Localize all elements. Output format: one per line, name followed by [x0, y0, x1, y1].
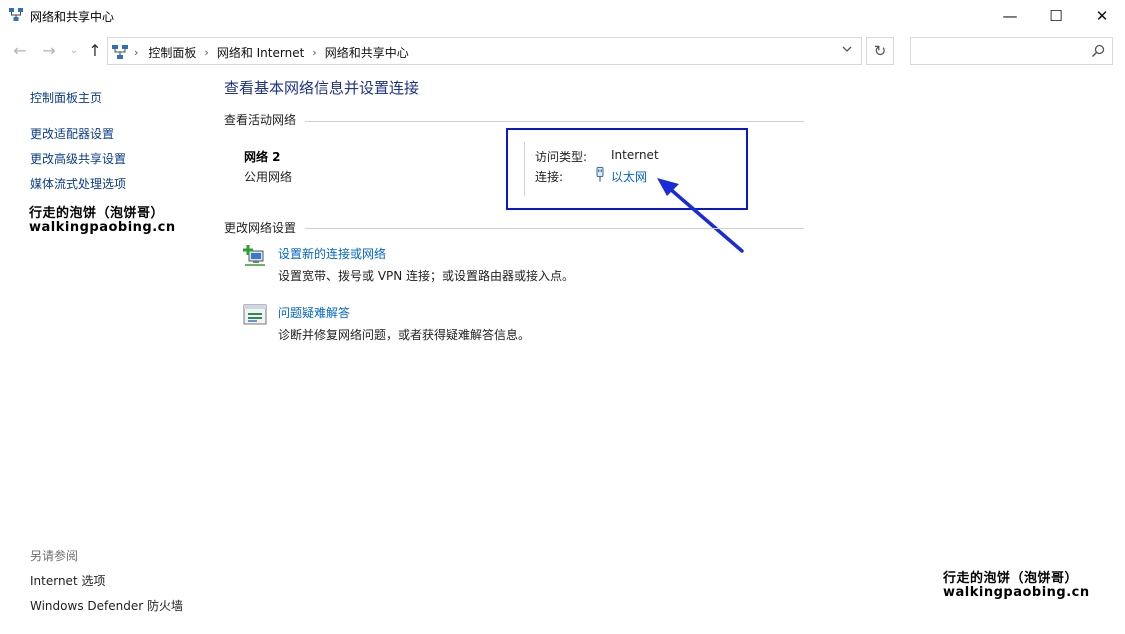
ethernet-icon [596, 167, 604, 182]
sidebar-item-change-adapter-settings[interactable]: 更改适配器设置 [30, 125, 114, 142]
search-input[interactable] [910, 37, 1113, 65]
breadcrumb-control-panel[interactable]: 控制面板 [148, 44, 196, 61]
sidebar-item-internet-options[interactable]: Internet 选项 [30, 572, 105, 589]
breadcrumb-network-sharing-center[interactable]: 网络和共享中心 [325, 44, 409, 61]
ethernet-connection-link[interactable]: 以太网 [611, 168, 647, 185]
annotation-arrow [657, 178, 744, 253]
watermark-url: walkingpaobing.cn [29, 220, 176, 235]
sidebar-item-windows-defender-firewall[interactable]: Windows Defender 防火墙 [30, 597, 183, 614]
connections-label: 连接: [535, 170, 564, 184]
refresh-button[interactable]: ↻ [866, 37, 894, 65]
watermark-text: 行走的泡饼（泡饼哥） [29, 206, 165, 221]
network-info-divider [524, 142, 525, 196]
search-icon[interactable] [1091, 44, 1105, 58]
arrow-up-icon: ↑ [88, 40, 102, 60]
chevron-down-icon [842, 46, 852, 52]
up-button[interactable]: ↑ [84, 39, 106, 61]
watermark-url: walkingpaobing.cn [943, 585, 1090, 600]
refresh-icon: ↻ [873, 42, 887, 60]
back-button[interactable]: ← [9, 39, 31, 61]
setup-new-connection-link[interactable]: 设置新的连接或网络 [278, 245, 386, 262]
troubleshoot-problems-description: 诊断并修复网络问题，或者获得疑难解答信息。 [278, 328, 531, 342]
forward-button[interactable]: → [38, 39, 60, 61]
access-type-label: 访问类型: [535, 150, 588, 164]
recent-locations-button[interactable]: ⌄ [63, 39, 85, 61]
see-also-heading: 另请参阅 [30, 549, 79, 563]
section-divider [305, 121, 804, 122]
maximize-button[interactable]: ☐ [1033, 0, 1079, 31]
watermark-text: 行走的泡饼（泡饼哥） [943, 571, 1079, 586]
change-settings-heading: 更改网络设置 [224, 221, 297, 235]
breadcrumb-network-internet[interactable]: 网络和 Internet [217, 44, 304, 61]
main-content: 查看基本网络信息并设置连接 查看活动网络 网络 2 公用网络 访问类型: Int… [215, 71, 1125, 634]
minimize-button[interactable]: — [987, 0, 1033, 31]
network-name: 网络 2 [244, 150, 281, 164]
network-center-icon [9, 8, 23, 21]
sidebar-item-control-panel-home[interactable]: 控制面板主页 [30, 89, 102, 106]
chevron-right-icon[interactable]: › [134, 46, 138, 59]
sidebar-item-change-advanced-sharing[interactable]: 更改高级共享设置 [30, 150, 126, 167]
maximize-icon: ☐ [1049, 6, 1063, 25]
navigation-bar: ← → ⌄ ↑ › 控制面板 › 网络和 Internet › 网络和共享中心 … [0, 31, 1125, 71]
arrow-left-icon: ← [13, 40, 27, 60]
troubleshoot-icon [243, 304, 267, 325]
section-divider [305, 228, 804, 229]
network-center-icon [112, 45, 128, 59]
page-title: 查看基本网络信息并设置连接 [224, 79, 420, 97]
breadcrumb: › 控制面板 › 网络和 Internet › 网络和共享中心 [132, 44, 409, 61]
new-connection-icon [243, 245, 265, 266]
title-bar: 网络和共享中心 — ☐ ✕ [0, 0, 1125, 31]
active-networks-heading: 查看活动网络 [224, 113, 297, 127]
close-icon: ✕ [1095, 6, 1109, 25]
chevron-down-icon: ⌄ [69, 44, 79, 56]
arrow-right-icon: → [42, 40, 56, 60]
minimize-icon: — [1002, 6, 1018, 25]
sidebar: 控制面板主页 更改适配器设置 更改高级共享设置 媒体流式处理选项 行走的泡饼（泡… [0, 71, 215, 634]
address-bar[interactable]: › 控制面板 › 网络和 Internet › 网络和共享中心 [107, 37, 862, 65]
setup-new-connection-description: 设置宽带、拨号或 VPN 连接；或设置路由器或接入点。 [278, 269, 575, 283]
access-type-value: Internet [611, 148, 659, 162]
window-title: 网络和共享中心 [30, 10, 115, 24]
troubleshoot-problems-link[interactable]: 问题疑难解答 [278, 304, 350, 321]
sidebar-item-media-streaming[interactable]: 媒体流式处理选项 [30, 175, 126, 192]
close-button[interactable]: ✕ [1079, 0, 1125, 31]
chevron-right-icon[interactable]: › [312, 46, 316, 59]
chevron-right-icon[interactable]: › [204, 46, 208, 59]
network-category: 公用网络 [244, 170, 293, 184]
address-dropdown-button[interactable] [839, 43, 855, 59]
